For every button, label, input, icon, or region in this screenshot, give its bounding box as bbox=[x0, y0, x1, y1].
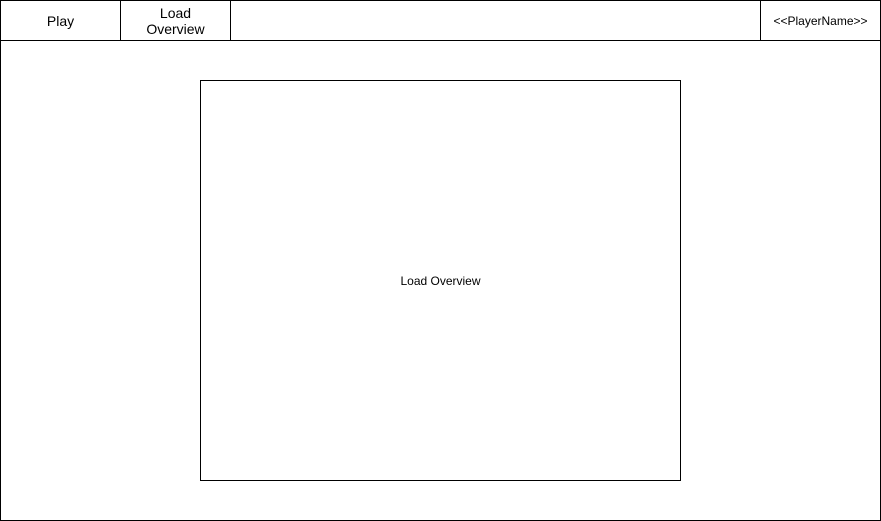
load-overview-tab-label-line-2: Overview bbox=[146, 21, 205, 37]
player-name-text: <<PlayerName>> bbox=[773, 13, 868, 28]
load-overview-panel: Load Overview bbox=[200, 80, 681, 481]
load-overview-tab[interactable]: Load Overview bbox=[121, 1, 231, 40]
app-window: Play Load Overview <<PlayerName>> Load O… bbox=[0, 0, 881, 521]
load-overview-panel-label: Load Overview bbox=[400, 273, 481, 288]
play-tab[interactable]: Play bbox=[1, 1, 121, 40]
play-tab-label: Play bbox=[46, 12, 75, 29]
load-overview-tab-label: Load Overview bbox=[146, 5, 204, 37]
load-overview-tab-label-line-1: Load bbox=[159, 5, 192, 21]
player-name-badge: <<PlayerName>> bbox=[760, 1, 880, 40]
top-navigation-bar: Play Load Overview <<PlayerName>> bbox=[1, 1, 880, 41]
